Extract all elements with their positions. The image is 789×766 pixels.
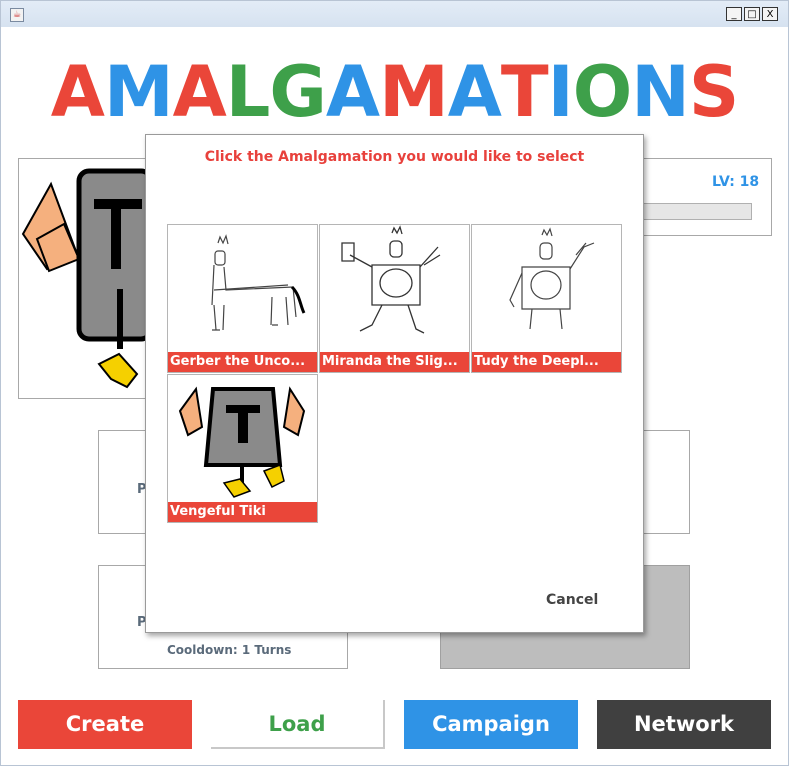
creature-portrait-panel <box>18 158 154 399</box>
experience-bar <box>640 203 752 220</box>
logo-letter: S <box>688 51 739 133</box>
amalgamation-card[interactable]: Tudy the Deepl... <box>471 224 622 373</box>
logo-letter: M <box>103 51 174 133</box>
amalgamation-card-label: Miranda the Slig... <box>320 352 469 372</box>
java-cup-icon: ☕ <box>10 8 24 22</box>
amalgamation-card[interactable]: Gerber the Unco... <box>167 224 318 373</box>
logo-letter: A <box>172 51 227 133</box>
amalgamation-card-label: Tudy the Deepl... <box>472 352 621 372</box>
logo-letter: G <box>269 51 326 133</box>
logo-letter: O <box>572 51 633 133</box>
maximize-button[interactable]: □ <box>744 7 760 21</box>
logo-letter: T <box>500 51 549 133</box>
amalgamation-card[interactable]: Vengeful Tiki <box>167 374 318 523</box>
cancel-button[interactable]: Cancel <box>546 592 598 608</box>
level-label: LV: 18 <box>712 174 760 190</box>
load-button[interactable]: Load <box>211 700 385 749</box>
logo-letter: A <box>50 51 105 133</box>
logo-letter: I <box>547 51 574 133</box>
sketch-armored-figure-2-image <box>509 227 595 330</box>
logo-letter: A <box>325 51 380 133</box>
create-button[interactable]: Create <box>18 700 192 749</box>
logo-letter: N <box>631 51 690 133</box>
tiki-mask-image <box>178 386 306 498</box>
stats-panel <box>640 158 772 236</box>
logo-letter: M <box>379 51 449 133</box>
minimize-button[interactable]: _ <box>726 7 742 21</box>
network-button[interactable]: Network <box>597 700 771 749</box>
dialog-title: Click the Amalgamation you would like to… <box>204 149 585 165</box>
sketch-armored-figure-image <box>341 225 441 334</box>
app-logo: AMALGAMATIONS <box>0 52 789 132</box>
window-titlebar[interactable]: ☕ _ □ X <box>1 1 788 27</box>
close-button[interactable]: X <box>762 7 778 21</box>
amalgamation-card-label: Gerber the Unco... <box>168 352 317 372</box>
cooldown-label: Cooldown: 1 Turns <box>167 643 292 657</box>
select-amalgamation-dialog: Click the Amalgamation you would like to… <box>145 134 644 633</box>
campaign-button[interactable]: Campaign <box>404 700 578 749</box>
amalgamation-card-label: Vengeful Tiki <box>168 502 317 522</box>
move-panel-2[interactable] <box>643 430 690 534</box>
logo-letter: A <box>447 51 502 133</box>
tiki-portrait-image <box>21 168 154 389</box>
amalgamation-card[interactable]: Miranda the Slig... <box>319 224 470 373</box>
logo-letter: L <box>225 51 271 133</box>
sketch-centaur-image <box>211 234 306 331</box>
